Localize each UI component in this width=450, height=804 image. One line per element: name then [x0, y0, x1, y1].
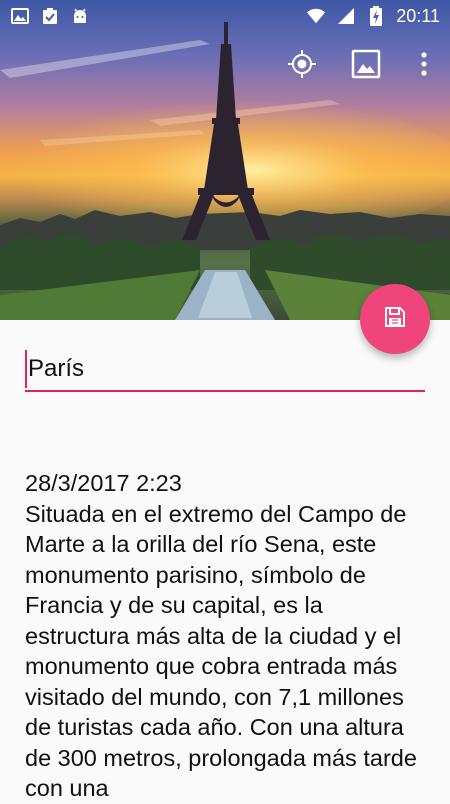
- status-bar-time: 20:11: [396, 5, 440, 26]
- signal-icon: [336, 6, 356, 26]
- image-icon: [10, 6, 30, 26]
- toolbar-actions: [270, 46, 450, 86]
- battery-charging-icon: [366, 6, 386, 26]
- wifi-icon: [306, 6, 326, 26]
- status-bar-notifications: [10, 6, 90, 26]
- location-button[interactable]: [270, 46, 334, 86]
- image-icon: [351, 49, 381, 83]
- save-fab-button[interactable]: [360, 284, 430, 354]
- change-image-button[interactable]: [334, 46, 398, 86]
- location-target-icon: [287, 49, 317, 83]
- status-bar: 20:11: [0, 0, 450, 32]
- status-bar-system: 20:11: [306, 6, 440, 27]
- note-date: 28/3/2017 2:23: [25, 470, 182, 496]
- title-input[interactable]: [25, 350, 428, 388]
- more-vert-icon: [420, 51, 428, 81]
- android-icon: [70, 6, 90, 26]
- more-options-button[interactable]: [398, 46, 450, 86]
- save-icon: [383, 305, 407, 333]
- note-body: Situada en el extremo del Campo de Marte…: [25, 500, 417, 802]
- title-field: [25, 350, 428, 392]
- clipboard-check-icon: [40, 6, 60, 26]
- note-content[interactable]: 28/3/2017 2:23 Situada en el extremo del…: [25, 468, 430, 804]
